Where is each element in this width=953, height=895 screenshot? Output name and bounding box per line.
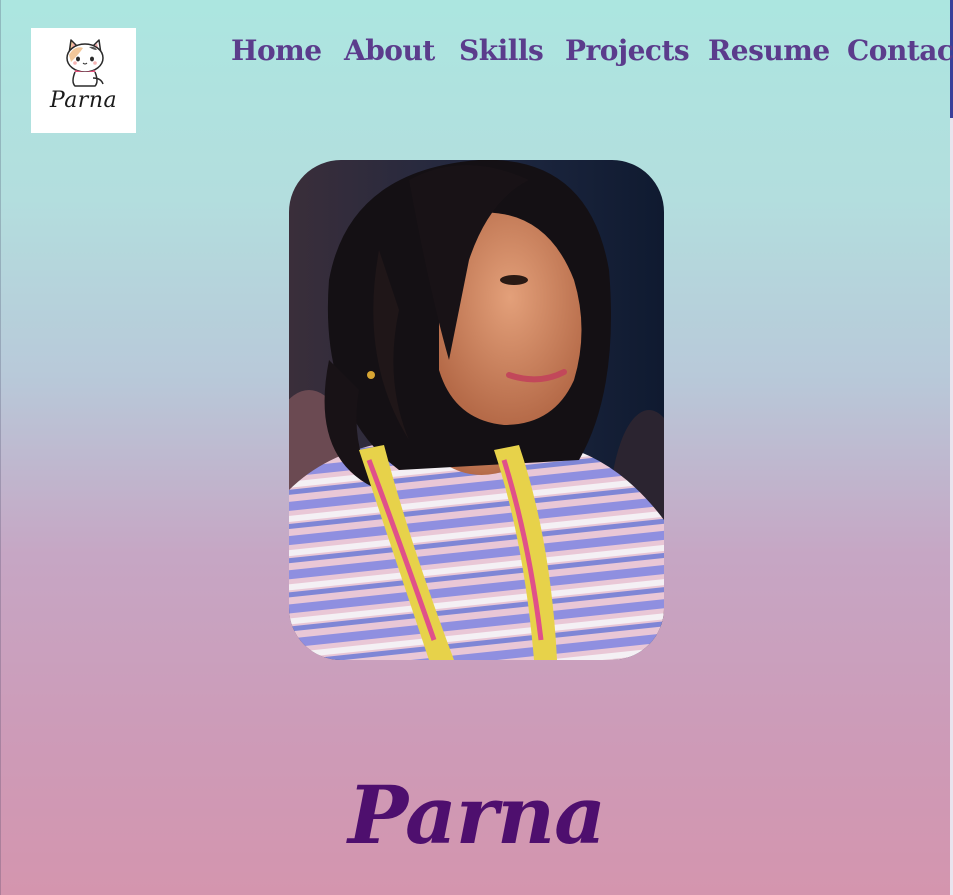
nav-skills[interactable]: Skills <box>459 34 544 67</box>
nav-projects[interactable]: Projects <box>565 34 690 67</box>
main-nav: Home About Skills Projects Resume Contac… <box>0 34 953 78</box>
hero-name: Parna <box>348 768 606 862</box>
logo-text: Parna <box>49 88 118 113</box>
nav-about[interactable]: About <box>344 34 435 67</box>
nav-contact[interactable]: Contact <box>847 34 953 67</box>
profile-photo <box>289 160 664 660</box>
nav-resume[interactable]: Resume <box>708 34 830 67</box>
page-left-border <box>0 0 1 895</box>
nav-home[interactable]: Home <box>231 34 322 67</box>
